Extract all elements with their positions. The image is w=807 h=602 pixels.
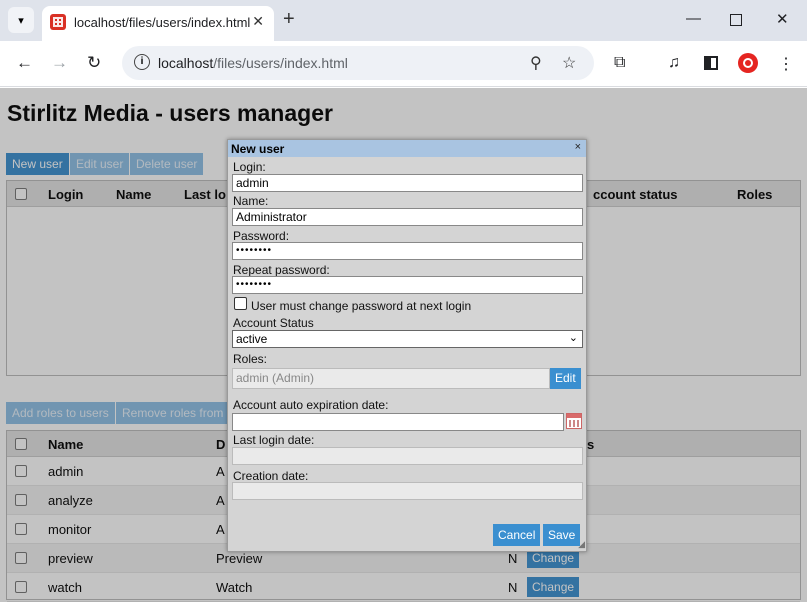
- cancel-button[interactable]: Cancel: [493, 524, 541, 546]
- creation-date-input: [232, 482, 583, 500]
- expiration-date-input[interactable]: [232, 413, 564, 431]
- browser-tab[interactable]: localhost/files/users/index.html ✕: [42, 6, 274, 41]
- edit-roles-button[interactable]: Edit: [550, 368, 581, 389]
- must-change-password-label: User must change password at next login: [251, 299, 472, 313]
- forward-arrow-icon[interactable]: →: [51, 53, 68, 73]
- chevron-down-icon: ▾: [18, 14, 24, 27]
- calendar-icon[interactable]: [566, 413, 582, 429]
- info-icon[interactable]: i: [134, 54, 150, 70]
- repeat-password-input[interactable]: ••••••••: [232, 276, 583, 294]
- media-controls-icon[interactable]: ♫: [668, 54, 680, 72]
- close-tab-icon[interactable]: ✕: [252, 13, 264, 30]
- must-change-password-checkbox[interactable]: [234, 297, 247, 310]
- minimize-icon[interactable]: —: [686, 10, 701, 27]
- login-label: Login:: [233, 160, 266, 174]
- dialog-title: New user: [231, 142, 285, 156]
- new-tab-button[interactable]: +: [283, 8, 295, 31]
- account-status-select[interactable]: active ⌄: [232, 330, 583, 348]
- back-arrow-icon[interactable]: ←: [16, 53, 33, 73]
- new-user-dialog: New user × Login: admin Name: Administra…: [227, 139, 587, 552]
- repeat-password-label: Repeat password:: [233, 263, 330, 277]
- creation-date-label: Creation date:: [233, 469, 309, 483]
- close-icon[interactable]: ×: [575, 141, 581, 153]
- name-label: Name:: [233, 194, 269, 208]
- url-text: localhost/files/users/index.html: [158, 55, 348, 71]
- password-input[interactable]: ••••••••: [232, 242, 583, 260]
- zoom-icon[interactable]: ⚲: [530, 53, 542, 73]
- account-status-value: active: [236, 332, 268, 346]
- login-input[interactable]: admin: [232, 174, 583, 192]
- reload-icon[interactable]: ↻: [87, 53, 101, 73]
- resize-handle-icon[interactable]: ◢: [578, 539, 585, 550]
- tab-title: localhost/files/users/index.html: [74, 15, 251, 30]
- favicon-icon: [50, 14, 66, 30]
- last-login-label: Last login date:: [233, 433, 315, 447]
- account-status-label: Account Status: [233, 316, 314, 330]
- extensions-icon[interactable]: ⧉: [614, 54, 625, 72]
- browser-tab-bar: ▾ localhost/files/users/index.html ✕ + —…: [0, 0, 807, 41]
- address-bar[interactable]: i localhost/files/users/index.html ⚲ ☆: [122, 46, 594, 80]
- side-panel-icon[interactable]: [704, 56, 718, 70]
- maximize-icon[interactable]: [730, 14, 742, 26]
- expiration-date-label: Account auto expiration date:: [233, 398, 389, 412]
- password-label: Password:: [233, 229, 290, 243]
- close-window-icon[interactable]: ✕: [776, 10, 789, 28]
- tab-search-button[interactable]: ▾: [8, 7, 34, 33]
- profile-avatar[interactable]: [738, 53, 758, 73]
- dialog-header[interactable]: New user ×: [228, 140, 586, 157]
- star-icon[interactable]: ☆: [562, 53, 576, 73]
- roles-input: admin (Admin): [232, 368, 550, 389]
- last-login-input: [232, 447, 583, 465]
- save-button[interactable]: Save: [543, 524, 581, 546]
- chevron-down-icon: ⌄: [568, 332, 578, 344]
- name-input[interactable]: Administrator: [232, 208, 583, 226]
- menu-dots-icon[interactable]: ⋮: [778, 54, 794, 74]
- roles-label: Roles:: [233, 352, 268, 366]
- browser-toolbar: ← → ↻ i localhost/files/users/index.html…: [0, 41, 807, 87]
